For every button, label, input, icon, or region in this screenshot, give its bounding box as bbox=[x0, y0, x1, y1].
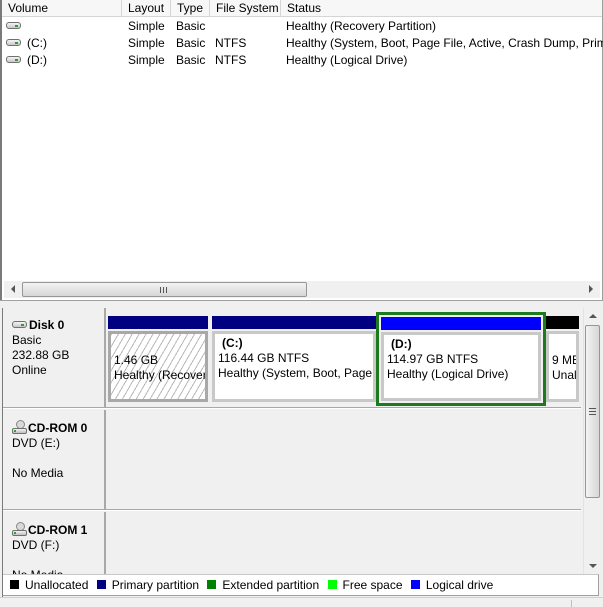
volume-row[interactable]: Simple Basic Healthy (Recovery Partition… bbox=[2, 18, 602, 35]
disk-row-disk-0[interactable]: Disk 0 Basic 232.88 GB Online 1.46 GB He… bbox=[3, 308, 581, 407]
legend-item-free-space: Free space bbox=[326, 578, 403, 592]
volume-status: Healthy (System, Boot, Page File, Active… bbox=[286, 36, 603, 50]
drive-icon bbox=[6, 22, 21, 30]
volume-name: (C:) bbox=[27, 36, 47, 50]
drive-icon bbox=[6, 39, 21, 47]
legend-label: Logical drive bbox=[425, 578, 494, 592]
status-bar bbox=[0, 597, 603, 607]
legend-item-logical: Logical drive bbox=[409, 578, 494, 592]
cdrom-icon bbox=[12, 420, 27, 434]
volume-row[interactable]: (D:) Simple Basic NTFS Healthy (Logical … bbox=[2, 52, 602, 69]
partition-c[interactable]: (C:) 116.44 GB NTFS Healthy (System, Boo… bbox=[212, 316, 376, 402]
disk-state: No Media bbox=[12, 466, 64, 480]
row-divider bbox=[3, 407, 581, 409]
legend-label: Primary partition bbox=[111, 578, 200, 592]
partition-size: 114.97 GB NTFS bbox=[387, 352, 479, 366]
partition-color-bar bbox=[381, 317, 541, 330]
column-header-volume[interactable]: Volume bbox=[2, 0, 122, 17]
hard-disk-icon bbox=[12, 321, 27, 328]
legend-item-unallocated: Unallocated bbox=[9, 578, 88, 592]
partition-color-bar bbox=[212, 316, 376, 329]
disk-title: CD-ROM 1 bbox=[28, 523, 88, 537]
volume-status: Healthy (Logical Drive) bbox=[286, 53, 408, 67]
vertical-scrollbar[interactable] bbox=[583, 308, 601, 574]
partition-area bbox=[108, 410, 581, 509]
volume-layout: Simple bbox=[128, 53, 165, 67]
volume-type: Basic bbox=[176, 19, 206, 33]
volume-list-header: Volume Layout Type File System Status bbox=[2, 0, 602, 17]
volume-file-system: NTFS bbox=[215, 36, 247, 50]
row-divider bbox=[3, 509, 581, 511]
partition-size: 116.44 GB NTFS bbox=[218, 351, 310, 365]
disk-row-cdrom-1[interactable]: CD-ROM 1 DVD (F:) No Media bbox=[3, 512, 581, 582]
grip-icon bbox=[589, 408, 596, 415]
partition-status: Healthy (Recovery Partition) bbox=[114, 368, 208, 382]
legend-label: Extended partition bbox=[222, 578, 320, 592]
legend: Unallocated Primary partition Extended p… bbox=[3, 574, 599, 596]
column-header-file-system[interactable]: File System bbox=[210, 0, 281, 17]
volume-list[interactable]: Volume Layout Type File System Status Si… bbox=[0, 0, 603, 300]
disk-state: Online bbox=[12, 363, 47, 377]
partition-status: Healthy (Logical Drive) bbox=[387, 367, 509, 381]
legend-label: Unallocated bbox=[25, 578, 89, 592]
scroll-down-arrow-icon[interactable] bbox=[589, 564, 597, 568]
disk-label[interactable]: Disk 0 Basic 232.88 GB Online bbox=[3, 308, 106, 407]
partition-unallocated[interactable]: 9 MB Unallocated bbox=[546, 316, 579, 402]
pane-splitter[interactable] bbox=[0, 300, 603, 308]
partition-name: (D:) bbox=[391, 337, 412, 351]
volume-file-system: NTFS bbox=[215, 53, 247, 67]
disk-title: CD-ROM 0 bbox=[28, 421, 88, 435]
scroll-right-arrow-icon[interactable] bbox=[589, 285, 593, 293]
partition-d[interactable]: (D:) 114.97 GB NTFS Healthy (Logical Dri… bbox=[376, 312, 546, 406]
legend-item-extended: Extended partition bbox=[206, 578, 319, 592]
legend-swatch bbox=[95, 579, 107, 590]
volume-layout: Simple bbox=[128, 19, 165, 33]
horizontal-scrollbar[interactable] bbox=[4, 281, 600, 298]
disk-title: Disk 0 bbox=[29, 318, 65, 332]
legend-item-primary: Primary partition bbox=[95, 578, 200, 592]
horizontal-scroll-thumb[interactable] bbox=[22, 282, 307, 297]
partition-area: 1.46 GB Healthy (Recovery Partition) (C:… bbox=[108, 308, 581, 407]
scroll-up-arrow-icon[interactable] bbox=[589, 314, 597, 318]
column-header-type[interactable]: Type bbox=[171, 0, 210, 17]
scroll-left-arrow-icon[interactable] bbox=[11, 285, 15, 293]
partition-status: Unallocated bbox=[552, 368, 579, 382]
disk-row-cdrom-0[interactable]: CD-ROM 0 DVD (E:) No Media bbox=[3, 410, 581, 509]
column-header-layout[interactable]: Layout bbox=[122, 0, 171, 17]
legend-swatch bbox=[409, 579, 421, 590]
disk-capacity bbox=[12, 451, 104, 466]
disk-label[interactable]: CD-ROM 0 DVD (E:) No Media bbox=[3, 410, 106, 509]
status-bar-separator bbox=[571, 600, 572, 607]
vertical-scroll-thumb[interactable] bbox=[585, 325, 600, 498]
disk-map-pane: Disk 0 Basic 232.88 GB Online 1.46 GB He… bbox=[2, 308, 601, 597]
volume-name: (D:) bbox=[27, 53, 47, 67]
disk-type: DVD (F:) bbox=[12, 538, 60, 552]
disk-capacity bbox=[12, 553, 104, 568]
partition-name: (C:) bbox=[222, 336, 243, 350]
legend-swatch bbox=[206, 579, 218, 590]
partition-area bbox=[108, 512, 581, 574]
volume-row[interactable]: (C:) Simple Basic NTFS Healthy (System, … bbox=[2, 35, 603, 52]
partition-size: 9 MB bbox=[552, 353, 579, 367]
partition-status: Healthy (System, Boot, Page File, Active… bbox=[218, 366, 373, 380]
volume-status: Healthy (Recovery Partition) bbox=[286, 19, 437, 33]
disk-type: Basic bbox=[12, 333, 42, 347]
disk-capacity: 232.88 GB bbox=[12, 348, 70, 362]
disk-label[interactable]: CD-ROM 1 DVD (F:) No Media bbox=[3, 512, 106, 582]
disk-type: DVD (E:) bbox=[12, 436, 60, 450]
cdrom-icon bbox=[12, 522, 27, 536]
volume-type: Basic bbox=[176, 36, 206, 50]
legend-swatch bbox=[326, 579, 338, 590]
column-header-status[interactable]: Status bbox=[281, 0, 603, 17]
drive-icon bbox=[6, 56, 21, 64]
partition-recovery[interactable]: 1.46 GB Healthy (Recovery Partition) bbox=[108, 316, 208, 402]
volume-layout: Simple bbox=[128, 36, 165, 50]
partition-size: 1.46 GB bbox=[114, 353, 159, 367]
partition-color-bar bbox=[108, 316, 208, 329]
legend-swatch bbox=[9, 579, 20, 590]
legend-label: Free space bbox=[342, 578, 403, 592]
volume-type: Basic bbox=[176, 53, 206, 67]
grip-icon bbox=[160, 287, 167, 293]
partition-color-bar bbox=[546, 316, 579, 329]
